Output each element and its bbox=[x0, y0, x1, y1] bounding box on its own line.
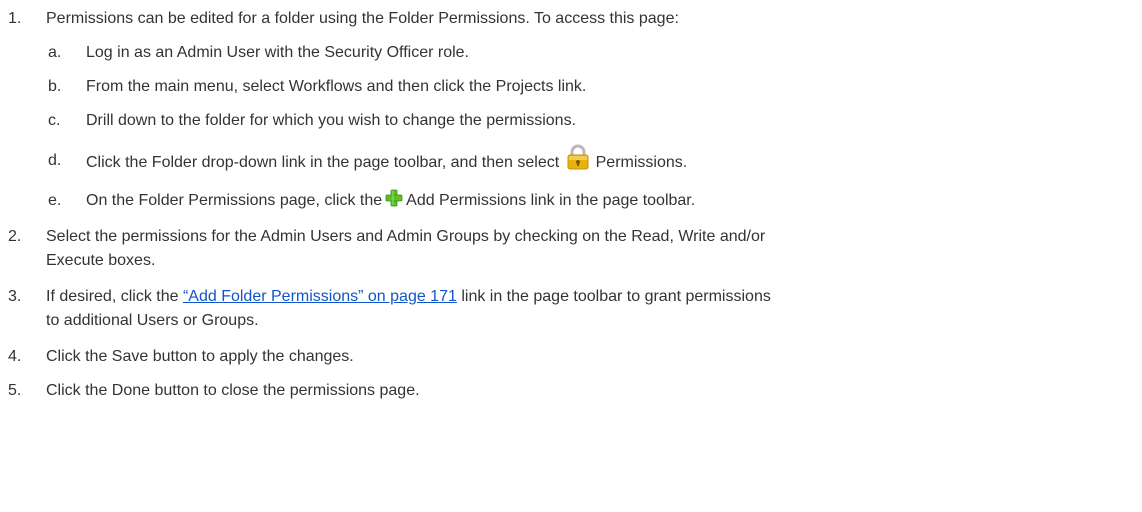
step-text: Permissions can be edited for a folder u… bbox=[46, 10, 679, 27]
substep-text: Log in as an Admin User with the Securit… bbox=[86, 44, 469, 61]
step-text-container: If desired, click the “Add Folder Permis… bbox=[46, 286, 771, 308]
step-text-line-2: to additional Users or Groups. bbox=[46, 312, 259, 329]
step-number: 4. bbox=[8, 348, 22, 365]
substep-text: From the main menu, select Workflows and… bbox=[86, 78, 587, 95]
substep-text-container: On the Folder Permissions page, click th… bbox=[86, 189, 696, 212]
step-number: 1. bbox=[8, 10, 22, 27]
step-text-line-2: Execute boxes. bbox=[46, 252, 156, 269]
substep-letter: c. bbox=[48, 112, 61, 129]
substep-letter: d. bbox=[48, 152, 62, 169]
step-number: 2. bbox=[8, 228, 22, 245]
step-text: Click the Save button to apply the chang… bbox=[46, 348, 354, 365]
step-text: Click the Done button to close the permi… bbox=[46, 382, 420, 399]
substep-letter: a. bbox=[48, 44, 62, 61]
substep-text-container: Click the Folder drop-down link in the p… bbox=[86, 144, 688, 176]
substep-text-after: Add Permissions link in the page toolbar… bbox=[406, 192, 696, 209]
step-number: 3. bbox=[8, 288, 22, 305]
step-text-line-1: Select the permissions for the Admin Use… bbox=[46, 228, 766, 245]
step-number: 5. bbox=[8, 382, 22, 399]
substep-text: Drill down to the folder for which you w… bbox=[86, 112, 577, 129]
substep-letter: e. bbox=[48, 192, 62, 209]
plus-icon bbox=[385, 189, 403, 207]
instruction-document: 1. Permissions can be edited for a folde… bbox=[0, 0, 1142, 512]
substep-letter: b. bbox=[48, 78, 62, 95]
add-folder-permissions-link[interactable]: “Add Folder Permissions” on page 171 bbox=[183, 288, 457, 305]
substep-text-after: Permissions. bbox=[595, 154, 688, 172]
lock-icon bbox=[566, 144, 590, 170]
step-text-before: If desired, click the bbox=[46, 288, 179, 305]
substep-text-before: On the Folder Permissions page, click th… bbox=[86, 192, 383, 209]
substep-text-before: Click the Folder drop-down link in the p… bbox=[86, 154, 560, 172]
step-text-after: link in the page toolbar to grant permis… bbox=[461, 288, 771, 305]
